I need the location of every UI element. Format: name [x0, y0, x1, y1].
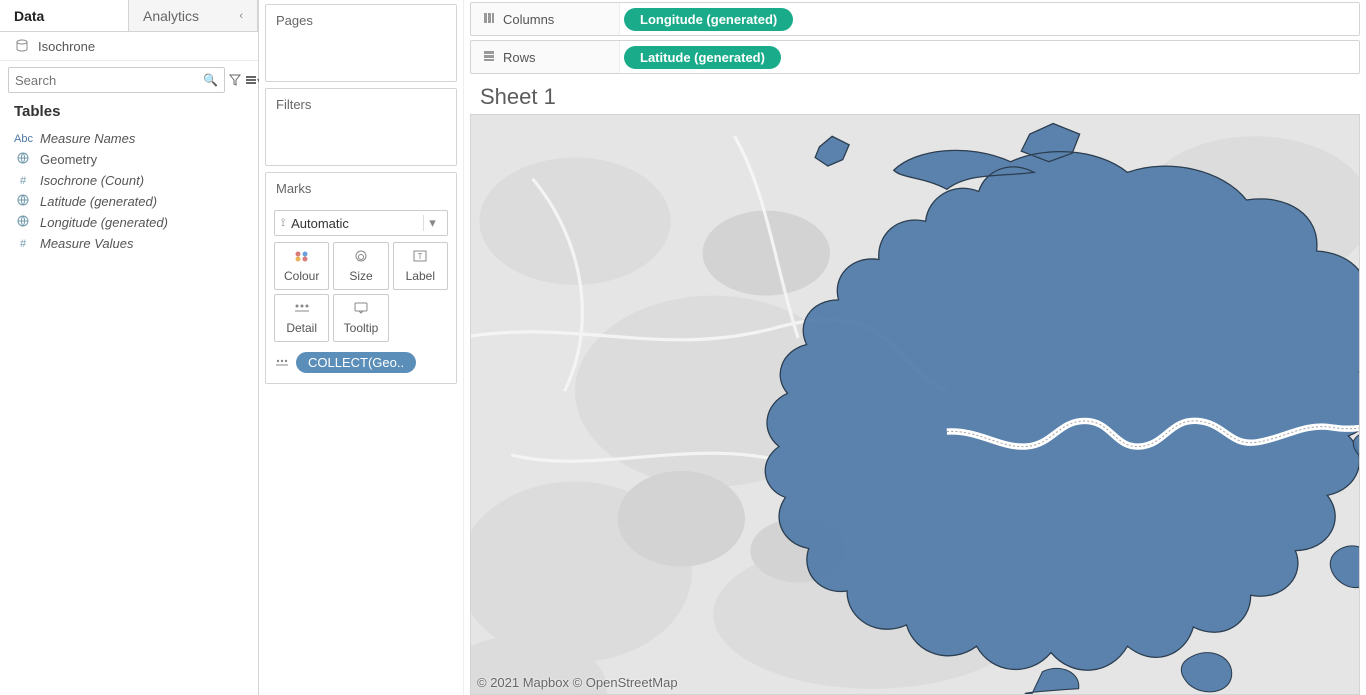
- data-source-row[interactable]: Isochrone: [0, 32, 258, 61]
- search-input[interactable]: [9, 73, 197, 88]
- tab-data[interactable]: Data: [0, 0, 129, 31]
- filter-icon[interactable]: [229, 70, 241, 90]
- tab-analytics[interactable]: Analytics ‹: [129, 0, 258, 31]
- sheet-title[interactable]: Sheet 1: [464, 76, 1366, 114]
- marks-card: Marks ⟟ Automatic ▾ Colour: [265, 172, 457, 384]
- size-shelf[interactable]: Size: [333, 242, 388, 290]
- detail-icon: [274, 356, 290, 370]
- data-source-name: Isochrone: [38, 39, 95, 54]
- map-visualization[interactable]: © 2021 Mapbox © OpenStreetMap: [470, 114, 1360, 695]
- tooltip-shelf[interactable]: Tooltip: [333, 294, 388, 342]
- globe-icon: [14, 194, 32, 209]
- colour-shelf[interactable]: Colour: [274, 242, 329, 290]
- search-input-wrap: 🔍: [8, 67, 225, 93]
- field-list: Abc Measure Names Geometry # Isochrone (…: [0, 126, 258, 256]
- pages-title: Pages: [266, 5, 456, 36]
- rows-label: Rows: [503, 50, 536, 65]
- field-measure-values[interactable]: # Measure Values: [0, 233, 258, 254]
- field-label: Latitude (generated): [40, 194, 157, 209]
- rows-shelf[interactable]: Rows Latitude (generated): [470, 40, 1360, 74]
- svg-text:T: T: [418, 252, 423, 261]
- globe-icon: [14, 215, 32, 230]
- database-icon: [14, 38, 30, 54]
- field-latitude[interactable]: Latitude (generated): [0, 191, 258, 212]
- field-label: Measure Names: [40, 131, 135, 146]
- tab-analytics-label: Analytics: [143, 8, 199, 24]
- field-label: Isochrone (Count): [40, 173, 144, 188]
- field-measure-names[interactable]: Abc Measure Names: [0, 128, 258, 149]
- columns-pill[interactable]: Longitude (generated): [624, 8, 793, 31]
- field-geometry[interactable]: Geometry: [0, 149, 258, 170]
- field-longitude[interactable]: Longitude (generated): [0, 212, 258, 233]
- data-pane: Data Analytics ‹ Isochrone 🔍 ▾: [0, 0, 259, 695]
- filters-card[interactable]: Filters: [265, 88, 457, 166]
- cards-column: Pages Filters Marks ⟟ Automatic ▾ Colour: [259, 0, 464, 695]
- filters-title: Filters: [266, 89, 456, 120]
- rows-icon: [483, 50, 495, 65]
- hash-icon: #: [14, 175, 32, 187]
- field-label: Longitude (generated): [40, 215, 168, 230]
- field-isochrone-count[interactable]: # Isochrone (Count): [0, 170, 258, 191]
- detail-shelf[interactable]: Detail: [274, 294, 329, 342]
- pages-card[interactable]: Pages: [265, 4, 457, 82]
- chevron-left-icon: ‹: [239, 10, 243, 22]
- map-svg: [471, 115, 1359, 694]
- detail-pill-row: COLLECT(Geo..: [274, 352, 448, 373]
- label-shelf[interactable]: T Label: [393, 242, 448, 290]
- marks-title: Marks: [266, 173, 456, 204]
- collect-geometry-pill[interactable]: COLLECT(Geo..: [296, 352, 416, 373]
- colour-icon: [294, 249, 310, 266]
- size-icon: [353, 249, 369, 266]
- mark-type-select[interactable]: ⟟ Automatic ▾: [274, 210, 448, 236]
- tooltip-icon: [354, 301, 368, 318]
- abc-icon: Abc: [14, 133, 32, 145]
- search-icon[interactable]: 🔍: [197, 73, 224, 87]
- columns-label: Columns: [503, 12, 554, 27]
- label-icon: T: [413, 249, 427, 266]
- map-attribution: © 2021 Mapbox © OpenStreetMap: [477, 675, 678, 690]
- detail-icon: [294, 301, 310, 318]
- columns-icon: [483, 12, 495, 27]
- tables-header: Tables: [0, 99, 258, 126]
- chevron-down-icon: ▾: [423, 215, 441, 231]
- field-label: Geometry: [40, 152, 97, 167]
- main-area: Columns Longitude (generated) Rows Latit…: [464, 0, 1366, 695]
- globe-icon: [14, 152, 32, 167]
- columns-shelf[interactable]: Columns Longitude (generated): [470, 2, 1360, 36]
- rows-pill[interactable]: Latitude (generated): [624, 46, 781, 69]
- hash-icon: #: [14, 238, 32, 250]
- automatic-icon: ⟟: [281, 217, 285, 230]
- field-label: Measure Values: [40, 236, 133, 251]
- mark-type-label: Automatic: [291, 216, 349, 231]
